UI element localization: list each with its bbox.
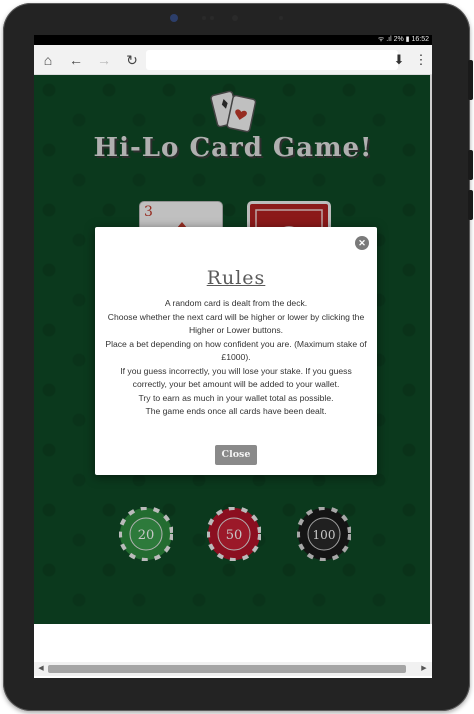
browser-toolbar: ⌂ ← → ↻ ⬇ ⋮ xyxy=(34,45,432,75)
sensor-dot xyxy=(210,16,214,20)
rule-text: Choose whether the next card will be hig… xyxy=(107,311,365,336)
rule-text: Place a bet depending on how confident y… xyxy=(105,338,367,363)
vertical-scrollbar[interactable] xyxy=(430,75,432,624)
side-key xyxy=(468,190,473,220)
sensor-dot xyxy=(202,16,206,20)
status-bar: ᯤ .ıl 2% ▮ 16:52 xyxy=(34,35,432,45)
rule-text: Try to earn as much in your wallet total… xyxy=(138,392,334,403)
status-text: ᯤ .ıl 2% ▮ 16:52 xyxy=(377,36,429,43)
download-icon[interactable]: ⬇ xyxy=(389,45,409,75)
front-camera xyxy=(170,14,178,22)
reload-icon[interactable]: ↻ xyxy=(118,45,146,75)
rule-text: The game ends once all cards have been d… xyxy=(145,406,327,416)
close-button[interactable]: Close xyxy=(215,445,257,465)
home-icon[interactable]: ⌂ xyxy=(34,45,62,75)
sensor-dot xyxy=(279,16,283,20)
more-vert-icon[interactable]: ⋮ xyxy=(414,45,428,75)
rule-text: If you guess incorrectly, you will lose … xyxy=(120,365,352,390)
scrollbar-thumb[interactable] xyxy=(48,665,406,673)
power-button xyxy=(468,150,473,180)
scroll-left-icon[interactable]: ◀ xyxy=(35,662,47,676)
close-icon[interactable]: ✕ xyxy=(355,236,369,250)
rule-text: A random card is dealt from the deck. xyxy=(164,298,308,308)
volume-button xyxy=(468,60,473,100)
screen: ᯤ .ıl 2% ▮ 16:52 ⌂ ← → ↻ ⬇ ⋮ Hi-Lo Card … xyxy=(34,35,432,678)
modal-title: Rules xyxy=(206,267,266,289)
forward-arrow-icon[interactable]: → xyxy=(90,45,118,75)
back-arrow-icon[interactable]: ← xyxy=(62,45,90,75)
rules-modal: ✕ Rules A random card is dealt from the … xyxy=(95,227,377,475)
rules-list: A random card is dealt from the deck. Ch… xyxy=(103,297,369,419)
sensor-dot xyxy=(232,15,238,21)
horizontal-scrollbar[interactable]: ◀ ▶ xyxy=(34,662,432,676)
scroll-right-icon[interactable]: ▶ xyxy=(418,662,430,676)
address-bar[interactable] xyxy=(146,50,398,70)
